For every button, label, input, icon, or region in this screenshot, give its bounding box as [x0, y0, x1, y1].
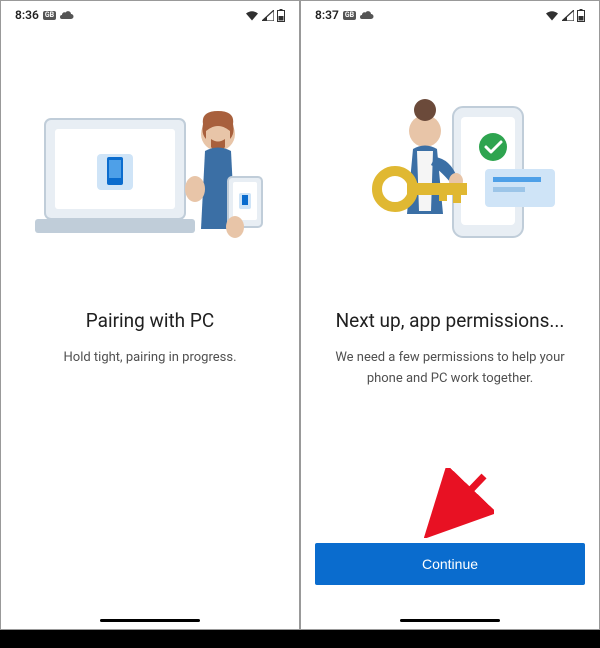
signal-icon: [562, 10, 574, 21]
content-area: Next up, app permissions... We need a fe…: [301, 309, 599, 390]
status-time: 8:37: [315, 8, 339, 22]
page-subtitle: Hold tight, pairing in progress.: [25, 348, 275, 369]
page-title: Pairing with PC: [25, 309, 275, 332]
screen-permissions: 8:37 GB: [301, 1, 599, 629]
status-badge: GB: [43, 11, 56, 20]
status-bar: 8:37 GB: [301, 1, 599, 29]
signal-icon: [262, 10, 274, 21]
bottom-bar: [0, 630, 600, 648]
nav-pill[interactable]: [100, 619, 200, 622]
battery-icon: [577, 9, 585, 22]
status-time: 8:36: [15, 8, 39, 22]
page-subtitle: We need a few permissions to help your p…: [325, 348, 575, 390]
cloud-icon: [360, 10, 374, 20]
content-area: Pairing with PC Hold tight, pairing in p…: [1, 309, 299, 369]
wifi-icon: [245, 10, 259, 21]
nav-bar[interactable]: [301, 611, 599, 629]
cloud-icon: [60, 10, 74, 20]
pairing-illustration: [1, 79, 299, 279]
screen-pairing: 8:36 GB: [1, 1, 299, 629]
permissions-illustration: [301, 79, 599, 279]
status-bar: 8:36 GB: [1, 1, 299, 29]
status-badge: GB: [343, 11, 356, 20]
battery-icon: [277, 9, 285, 22]
page-title: Next up, app permissions...: [325, 309, 575, 332]
continue-button[interactable]: Continue: [315, 543, 585, 585]
nav-pill[interactable]: [400, 619, 500, 622]
wifi-icon: [545, 10, 559, 21]
nav-bar[interactable]: [1, 611, 299, 629]
